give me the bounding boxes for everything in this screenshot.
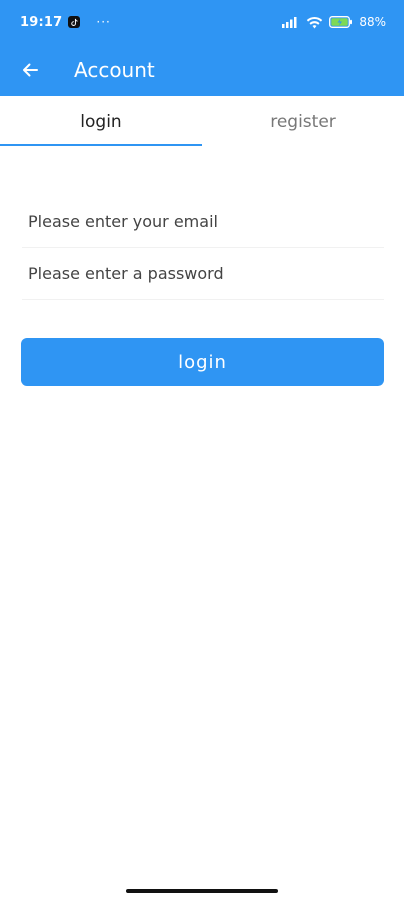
wifi-icon [306, 16, 323, 29]
tab-register[interactable]: register [202, 96, 404, 148]
back-button[interactable] [2, 44, 58, 96]
battery-icon [329, 16, 353, 28]
email-input[interactable] [22, 212, 384, 231]
page-title: Account [74, 58, 155, 82]
app-bar: Account [0, 44, 404, 96]
status-right: 88% [282, 15, 386, 29]
login-button[interactable]: login [21, 338, 384, 386]
status-left: 19:17 ··· [20, 15, 111, 30]
login-form [22, 196, 384, 300]
account-tabs: login register [0, 96, 404, 148]
status-time: 19:17 [20, 14, 63, 30]
password-field-row [22, 248, 384, 300]
status-bar: 19:17 ··· 88% [0, 0, 404, 44]
signal-icon [282, 16, 300, 28]
tab-login[interactable]: login [0, 96, 202, 148]
account-screen: 19:17 ··· 88% Account login register Ple… [0, 0, 404, 900]
more-indicator: ··· [96, 15, 111, 29]
tiktok-icon [68, 16, 81, 28]
battery-percentage: 88% [359, 15, 386, 29]
email-field-row [22, 196, 384, 248]
header-area: 19:17 ··· 88% Account [0, 0, 404, 96]
arrow-left-icon [23, 63, 38, 77]
home-indicator[interactable] [126, 889, 278, 893]
password-input[interactable] [22, 264, 384, 283]
